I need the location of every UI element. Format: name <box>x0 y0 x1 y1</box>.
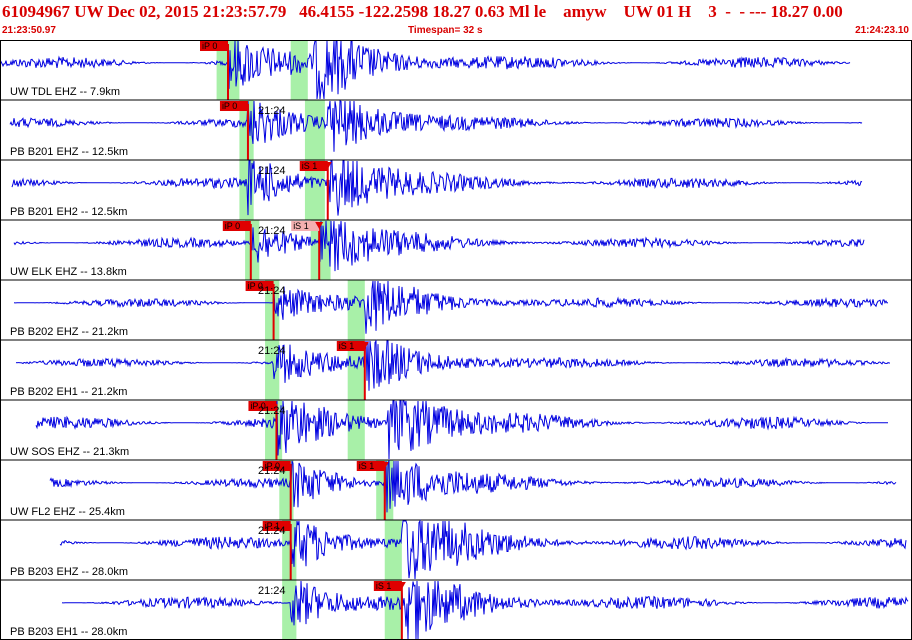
station-label: UW TDL EHZ -- 7.9km <box>10 86 120 98</box>
seismogram-plot[interactable]: iP 0 UW TDL EHZ -- 7.9km iP 0 21:24 PB B201 … <box>0 0 912 640</box>
pick-window <box>347 400 365 460</box>
station-label: PB B203 EHZ -- 28.0km <box>10 566 128 578</box>
p-pick-label: iP 0 <box>202 41 217 51</box>
station-label: UW ELK EHZ -- 13.8km <box>10 266 127 278</box>
time-tick-label: 21:24 <box>258 525 286 537</box>
time-tick-label: 21:24 <box>258 165 286 177</box>
station-label: PB B203 EH1 -- 28.0km <box>10 626 127 638</box>
waveform-trace <box>35 400 888 460</box>
waveform-trace <box>61 580 909 640</box>
station-label: PB B201 EHZ -- 12.5km <box>10 146 128 158</box>
waveform-trace <box>15 339 890 391</box>
pick-window <box>384 520 402 580</box>
s-pick-label: iS 1 <box>376 581 392 591</box>
station-label: PB B201 EH2 -- 12.5km <box>10 206 127 218</box>
time-tick-label: 21:24 <box>258 285 286 297</box>
time-tick-label: 21:24 <box>258 405 286 417</box>
waveform-trace <box>11 160 863 216</box>
s-pick-label: iS 1 <box>302 161 318 171</box>
waveform-trace <box>59 519 907 580</box>
waveform-trace <box>13 280 889 334</box>
p-pick-label: iP 0 <box>225 221 240 231</box>
time-tick-label: 21:24 <box>258 585 286 597</box>
station-label: UW FL2 EHZ -- 25.4km <box>10 506 125 518</box>
s-pick-label: iS 1 <box>339 341 355 351</box>
waveform-trace <box>0 40 851 100</box>
time-tick-label: 21:24 <box>258 465 286 477</box>
waveform-trace <box>49 459 897 513</box>
station-label: PB B202 EHZ -- 21.2km <box>10 326 128 338</box>
p-pick-label: iP 0 <box>222 101 237 111</box>
waveform-trace <box>13 220 865 272</box>
s-pick-label: iS 1 <box>359 461 375 471</box>
pick-window <box>347 280 365 340</box>
pick-window <box>304 100 325 160</box>
time-tick-label: 21:24 <box>258 225 286 237</box>
time-tick-label: 21:24 <box>258 345 286 357</box>
station-label: UW SOS EHZ -- 21.3km <box>10 446 129 458</box>
s-pick-label: iS 1 <box>293 221 309 231</box>
waveform-trace <box>9 100 863 152</box>
station-label: PB B202 EH1 -- 21.2km <box>10 386 127 398</box>
time-tick-label: 21:24 <box>258 105 286 117</box>
